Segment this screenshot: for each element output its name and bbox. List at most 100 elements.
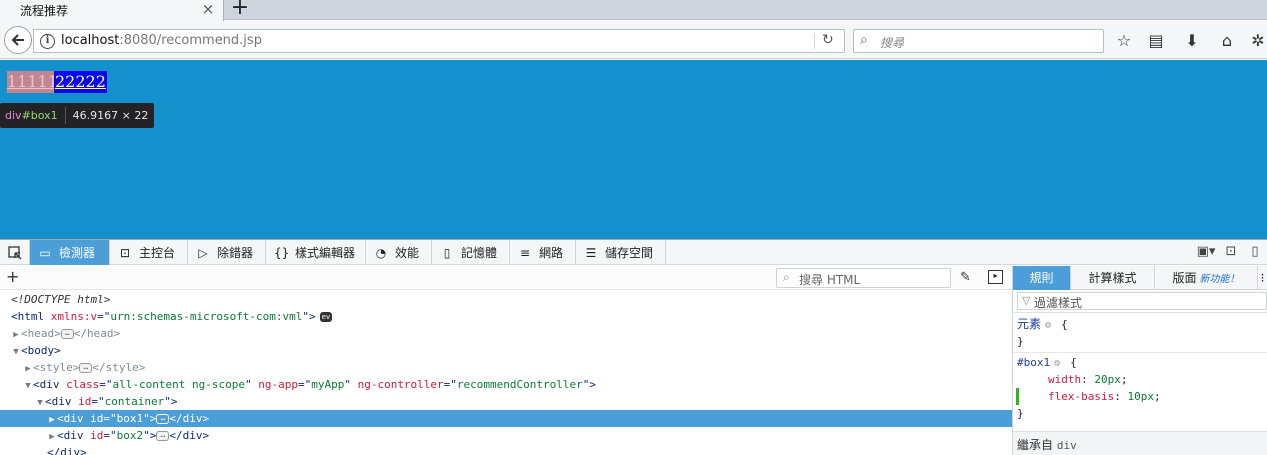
sidebar-tabs: 規則 計算樣式 版面 新功能！ ⁝ — [1013, 266, 1267, 290]
home-icon[interactable]: ⌂ — [1217, 31, 1237, 51]
tab-storage[interactable]: ☰ 儲存空間 — [576, 240, 666, 265]
rule-gear-icon[interactable]: ⚙ — [1054, 359, 1064, 369]
site-info-icon[interactable]: i — [40, 34, 55, 49]
markup-line-html[interactable]: <html xmlns:v="urn:schemas-microsoft-com… — [0, 308, 1012, 325]
rule-gear-icon[interactable]: ⚙ — [1045, 321, 1055, 331]
rule-box1-header: #box1 ⚙{ — [1017, 356, 1077, 369]
box2: 22222 — [54, 71, 107, 93]
download-icon[interactable]: ⬇ — [1182, 31, 1202, 51]
browser-tab[interactable]: 流程推荐 × — [0, 0, 224, 21]
bookmark-star-icon[interactable]: ☆ — [1114, 31, 1134, 51]
url-bar[interactable]: i localhost:8080/recommend.jsp ↻ — [33, 29, 845, 53]
tab-performance[interactable]: ◔ 效能 — [366, 240, 432, 265]
reload-icon[interactable]: ↻ — [822, 32, 834, 48]
tab-console-label: 主控台 — [139, 246, 176, 260]
dock-layout-icon[interactable]: ▣▾ — [1194, 244, 1218, 260]
style-editor-icon: {} — [274, 245, 290, 260]
back-arrow-icon — [11, 34, 24, 46]
markup-line-box1-selected[interactable]: ▶ <div id="box1">… </div> — [0, 410, 1012, 427]
reading-list-icon[interactable]: ▤ — [1146, 31, 1166, 51]
rule-box1-close: } — [1017, 407, 1024, 420]
browser-tab-strip: 流程推荐 × + — [0, 0, 1267, 21]
tab-performance-label: 效能 — [395, 246, 420, 260]
navigation-toolbar: i localhost:8080/recommend.jsp ↻ ⌕ 搜尋 ☆ … — [0, 21, 1267, 59]
split-console-icon[interactable]: ⊡ — [1222, 244, 1240, 260]
filter-styles-placeholder: 過濾樣式 — [1034, 296, 1083, 310]
html-search-placeholder: 搜尋 HTML — [799, 273, 861, 287]
markup-line-box2[interactable]: ▶ <div id="box2">… </div> — [0, 427, 1012, 444]
extension-icon[interactable]: ✲ — [1248, 31, 1267, 51]
url-text[interactable]: localhost:8080/recommend.jsp — [61, 33, 262, 48]
tab-rules[interactable]: 規則 — [1013, 266, 1071, 290]
event-badge[interactable]: ev — [319, 312, 333, 322]
decl-flex-basis-prop[interactable]: flex-basis — [1048, 390, 1114, 403]
new-feature-badge: 新功能！ — [1199, 274, 1240, 285]
toggle-sidebar-icon[interactable]: ▸ — [988, 270, 1003, 284]
rule-decl-width[interactable]: width: 20px; — [1048, 371, 1128, 388]
tab-network[interactable]: ≡ 網路 — [510, 240, 576, 265]
decl-width-prop[interactable]: width — [1048, 373, 1081, 386]
collapsed-ellipsis-icon[interactable]: … — [79, 363, 93, 373]
highlighter-separator — [64, 107, 66, 124]
page-viewport: 11111 22222 div #box1 46.9167 × 22 — [0, 60, 1267, 239]
container: 11111 22222 — [7, 71, 107, 93]
box1: 11111 — [7, 71, 54, 93]
markup-view: <!DOCTYPE html> <html xmlns:v="urn:schem… — [0, 291, 1012, 455]
markup-line-style[interactable]: ▶ <style>… </style> — [0, 359, 1012, 376]
box1-id-value: box1 — [116, 412, 144, 425]
collapsed-ellipsis-icon[interactable]: … — [156, 414, 170, 424]
filter-icon: ▽ — [1022, 294, 1031, 307]
rule-decl-flex-basis[interactable]: flex-basis: 10px; — [1048, 388, 1161, 405]
collapsed-ellipsis-icon[interactable]: … — [156, 431, 170, 441]
tab-memory[interactable]: ▯ 記憶體 — [432, 240, 510, 265]
markup-line-container-close[interactable]: </div> — [0, 444, 1012, 455]
tab-debugger[interactable]: ▷ 除錯器 — [188, 240, 266, 265]
html-search-input[interactable]: ⌕ 搜尋 HTML — [776, 268, 951, 288]
tab-debugger-label: 除錯器 — [217, 246, 254, 260]
tab-console[interactable]: ⊡ 主控台 — [110, 240, 188, 265]
element-picker-button[interactable] — [0, 240, 30, 265]
markup-line-body[interactable]: ▼ <body> — [0, 342, 1012, 359]
container-id-value: container — [104, 395, 165, 408]
html-attr-name: xmlns:v — [50, 310, 98, 323]
storage-icon: ☰ — [585, 245, 597, 260]
decl-flex-basis-value[interactable]: 10px — [1127, 390, 1154, 403]
tab-inspector-label: 檢測器 — [59, 246, 96, 260]
url-separator — [814, 33, 815, 49]
markup-line-all-content[interactable]: ▼ <div class="all-content ng-scope" ng-ap… — [0, 376, 1012, 393]
div-class-value: all-content ng-scope — [112, 378, 245, 391]
add-node-icon[interactable]: + — [6, 267, 19, 286]
tab-network-label: 網路 — [539, 246, 564, 260]
element-picker-icon — [7, 245, 21, 259]
highlighter-id: #box1 — [21, 109, 58, 122]
web-search-field[interactable]: ⌕ 搜尋 — [853, 29, 1104, 53]
collapsed-ellipsis-icon[interactable]: … — [60, 329, 74, 339]
tab-overflow[interactable]: ⁝ — [1258, 266, 1267, 290]
doctype-text: <!DOCTYPE html> — [11, 293, 111, 306]
markup-line-head[interactable]: ▶ <head>… </head> — [0, 325, 1012, 342]
filter-styles-input[interactable]: ▽ 過濾樣式 — [1017, 292, 1267, 310]
tab-inspector[interactable]: ▭ 檢測器 — [30, 240, 110, 265]
tab-style-editor[interactable]: {} 樣式編輯器 — [266, 240, 366, 265]
decl-width-value[interactable]: 20px — [1094, 373, 1121, 386]
inherited-tag[interactable]: div — [1057, 439, 1077, 452]
eyedropper-icon[interactable]: ✎ — [960, 270, 971, 285]
tab-computed[interactable]: 計算樣式 — [1071, 266, 1155, 290]
markup-line-container[interactable]: ▼ <div id="container"> — [0, 393, 1012, 410]
responsive-design-icon[interactable]: ▯ — [1246, 244, 1264, 260]
tab-layout[interactable]: 版面 新功能！ — [1155, 266, 1258, 290]
div-ngcontroller-value: recommendController — [456, 378, 583, 391]
markup-line-doctype[interactable]: <!DOCTYPE html> — [0, 291, 1012, 308]
close-tab-icon[interactable]: × — [200, 1, 216, 17]
new-tab-icon[interactable]: + — [230, 0, 250, 19]
highlighter-tag: div — [5, 109, 22, 122]
tab-memory-label: 記憶體 — [461, 246, 498, 260]
rule-box1-selector[interactable]: #box1 — [1017, 356, 1050, 369]
rules-view: 元素 ⚙{ } #box1 ⚙{ width: 20px; flex-basis: … — [1013, 314, 1267, 455]
performance-icon: ◔ — [375, 245, 387, 260]
markup-toolbar: + ⌕ 搜尋 HTML ✎ ▸ — [0, 266, 1012, 290]
back-button[interactable] — [4, 26, 32, 54]
network-icon: ≡ — [519, 245, 531, 260]
rule-element-close: } — [1017, 335, 1024, 348]
filter-styles-bar: ▽ 過濾樣式 — [1013, 290, 1267, 313]
